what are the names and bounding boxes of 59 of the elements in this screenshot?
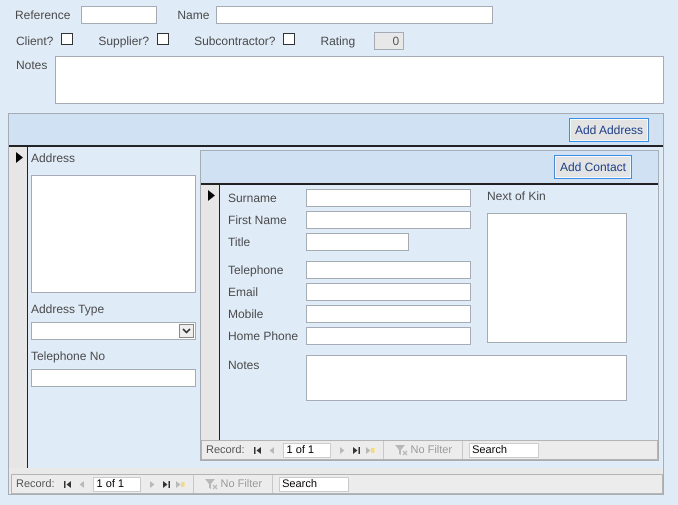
name-field[interactable] xyxy=(216,6,494,24)
search-field[interactable]: Search xyxy=(469,442,540,458)
last-record-icon xyxy=(160,480,171,488)
field-label: Address xyxy=(31,151,76,166)
record-label: Record: xyxy=(206,444,245,456)
last-record-icon xyxy=(350,446,361,455)
field-label: Telephone No xyxy=(31,349,106,364)
field-label: First Name xyxy=(228,213,288,228)
field-label: Notes xyxy=(228,358,260,372)
filter-icon xyxy=(204,478,218,490)
rating-field[interactable]: 0 xyxy=(374,32,404,50)
next-of-kin-field[interactable] xyxy=(487,213,627,344)
notes-field[interactable] xyxy=(306,355,627,402)
reference-field[interactable] xyxy=(81,6,158,24)
input-field[interactable] xyxy=(306,327,471,346)
record-position-field[interactable]: 1 of 1 xyxy=(92,476,141,492)
field-label: Name xyxy=(177,8,210,22)
checkbox[interactable] xyxy=(157,33,170,45)
field-label: Title xyxy=(228,235,252,250)
field-label: Email xyxy=(228,285,260,300)
checkbox[interactable] xyxy=(61,33,74,45)
checkbox-label: Subcontractor? xyxy=(194,34,276,48)
checkbox-label: Supplier? xyxy=(98,34,150,48)
field-label: Home Phone xyxy=(228,329,300,344)
new-record-icon xyxy=(364,446,375,455)
new-record-icon xyxy=(174,480,185,488)
search-field[interactable]: Search xyxy=(279,476,350,492)
field-label: Next of Kin xyxy=(487,189,547,204)
field-label: Telephone xyxy=(228,263,284,278)
input-field[interactable] xyxy=(306,233,409,252)
chevron-down-icon xyxy=(182,328,191,334)
field-label: Notes xyxy=(16,58,48,72)
record-position-field[interactable]: 1 of 1 xyxy=(282,442,331,458)
record-selector[interactable] xyxy=(201,185,220,440)
checkbox[interactable] xyxy=(283,33,296,45)
checkbox-label: Client? xyxy=(16,34,54,48)
record-selector[interactable] xyxy=(9,147,28,468)
field-label: Surname xyxy=(228,191,278,206)
field-label: Mobile xyxy=(228,307,264,322)
field-label: Address Type xyxy=(31,302,106,316)
add-address-button[interactable]: Add Address xyxy=(568,118,649,142)
current-record-icon xyxy=(15,152,23,164)
input-field[interactable] xyxy=(306,261,471,280)
input-field[interactable] xyxy=(306,189,471,208)
field-label: Rating xyxy=(320,34,356,48)
telephone-field[interactable] xyxy=(31,369,196,388)
input-field[interactable] xyxy=(306,211,471,230)
record-label: Record: xyxy=(16,478,55,490)
notes-field[interactable] xyxy=(55,56,664,104)
dropdown-button[interactable] xyxy=(179,324,194,338)
add-contact-button[interactable]: Add Contact xyxy=(554,155,632,180)
current-record-icon xyxy=(207,190,215,202)
input-field[interactable] xyxy=(306,283,471,302)
address-field[interactable] xyxy=(31,175,196,294)
first-record-icon xyxy=(62,480,73,488)
field-label: Reference xyxy=(15,8,70,22)
filter-icon xyxy=(394,444,408,456)
input-field[interactable] xyxy=(306,305,471,324)
first-record-icon xyxy=(252,446,263,455)
